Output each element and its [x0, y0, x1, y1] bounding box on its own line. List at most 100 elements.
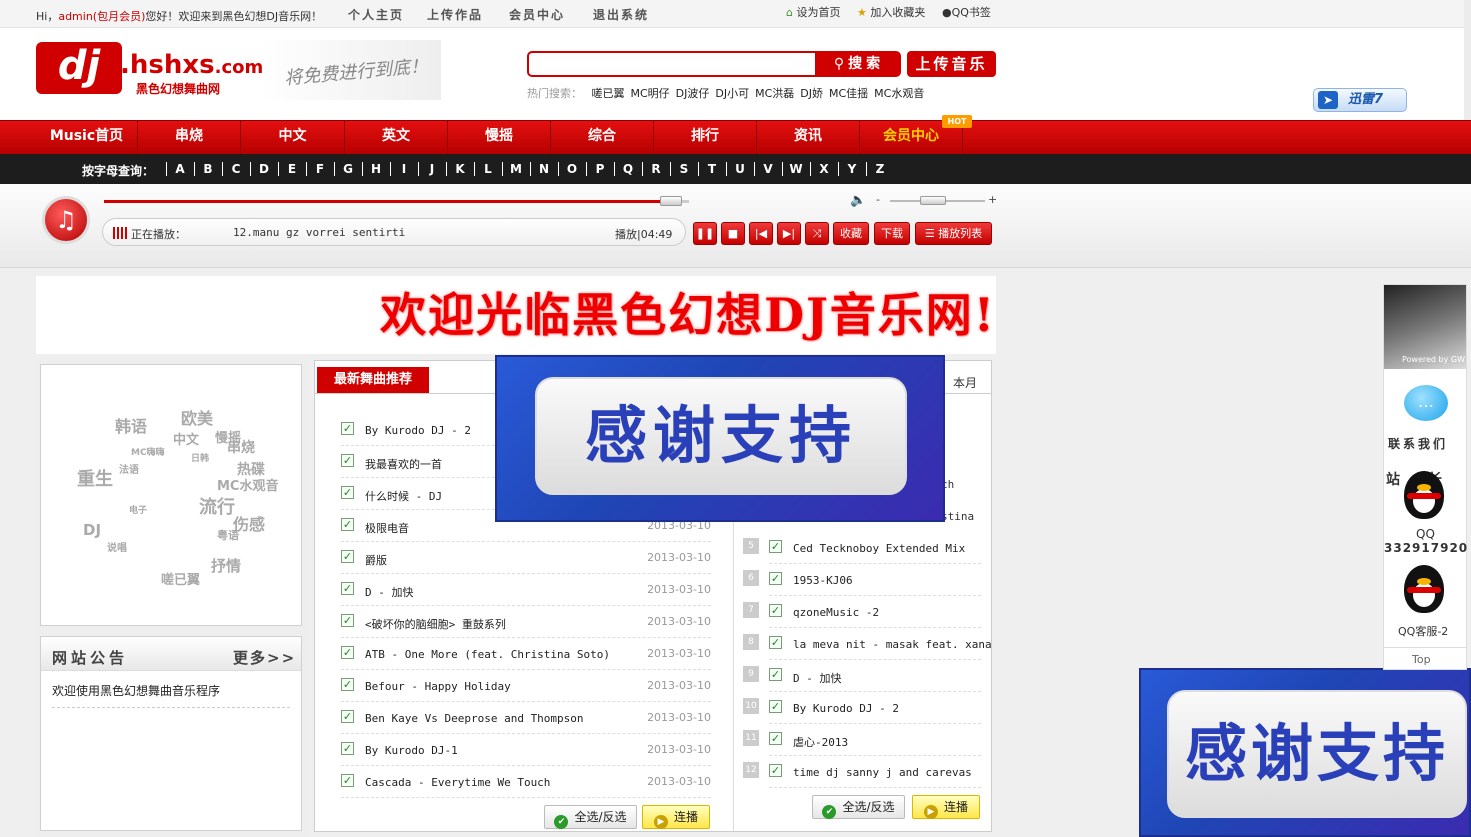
rank-select-all-button[interactable]: ✔ 全选/反选 [812, 795, 905, 819]
hot-term[interactable]: DJ波仔 [676, 87, 710, 100]
alphabet-letter-d[interactable]: D [250, 162, 278, 176]
alphabet-letter-y[interactable]: Y [838, 162, 866, 176]
tag-link[interactable]: DJ [83, 521, 101, 539]
alphabet-letter-e[interactable]: E [278, 162, 306, 176]
song-title[interactable]: By Kurodo DJ - 2 [793, 702, 899, 715]
hot-term[interactable]: MC明仔 [631, 87, 670, 100]
alphabet-letter-c[interactable]: C [222, 162, 250, 176]
tag-link[interactable]: 嗟已翼 [161, 569, 200, 588]
xunlei-button[interactable]: ➤ 迅雷7 [1313, 88, 1407, 112]
hot-term[interactable]: DJ娇 [800, 87, 823, 100]
chat-bubble-icon[interactable]: … [1404, 385, 1448, 421]
alphabet-letter-l[interactable]: L [474, 162, 502, 176]
next-button[interactable]: ▶| [777, 222, 801, 245]
song-checkbox[interactable]: ✓ [769, 540, 782, 553]
song-checkbox[interactable]: ✓ [341, 582, 354, 595]
song-title[interactable]: D - 加快 [365, 584, 414, 600]
alphabet-letter-a[interactable]: A [166, 162, 194, 176]
rank-play-all-button[interactable]: ▶ 连播 [912, 795, 980, 819]
song-checkbox[interactable]: ✓ [341, 710, 354, 723]
song-title[interactable]: Cascada - Everytime We Touch [365, 776, 550, 789]
tag-link[interactable]: 韩语 [115, 413, 147, 437]
volume-handle[interactable] [920, 196, 946, 205]
song-title[interactable]: la meva nit - masak feat. xana [793, 638, 992, 651]
nav-slow[interactable]: 慢摇 [448, 121, 551, 154]
link-member-center[interactable]: 会员中心 [509, 6, 565, 23]
alphabet-letter-m[interactable]: M [502, 162, 530, 176]
tag-link[interactable]: 粤语 [217, 527, 239, 543]
tag-link[interactable]: 欧美 [181, 405, 213, 429]
song-checkbox[interactable]: ✓ [341, 550, 354, 563]
upload-music-button[interactable]: 上传音乐 [907, 51, 996, 77]
alphabet-letter-i[interactable]: I [390, 162, 418, 176]
tag-link[interactable]: 串烧 [227, 437, 255, 457]
nav-ranking[interactable]: 排行 [654, 121, 757, 154]
song-title[interactable]: Ced Tecknoboy Extended Mix [793, 542, 965, 555]
alphabet-letter-b[interactable]: B [194, 162, 222, 176]
pause-button[interactable]: ❚❚ [693, 222, 717, 245]
hot-term[interactable]: 嗟已翼 [592, 87, 625, 100]
nav-english[interactable]: 英文 [345, 121, 448, 154]
alphabet-letter-h[interactable]: H [362, 162, 390, 176]
song-title[interactable]: ATB - One More (feat. Christina Soto) [365, 648, 610, 661]
tag-link[interactable]: 中文 [173, 429, 199, 448]
progress-handle[interactable] [659, 196, 682, 206]
nav-home[interactable]: Music首页 [36, 121, 138, 154]
add-favorite-link[interactable]: ★ 加入收藏夹 [857, 4, 925, 20]
tag-link[interactable]: 说唱 [107, 539, 127, 554]
thanks-ad-corner[interactable]: 感谢支持 [1139, 668, 1471, 837]
volume-minus[interactable]: - [876, 193, 880, 206]
alphabet-letter-w[interactable]: W [782, 162, 810, 176]
favorite-button[interactable]: 收藏 [833, 222, 869, 245]
shuffle-button[interactable]: ⤨ [805, 222, 829, 245]
link-logout[interactable]: 退出系统 [593, 6, 649, 23]
alphabet-letter-g[interactable]: G [334, 162, 362, 176]
song-checkbox[interactable]: ✓ [769, 604, 782, 617]
song-title[interactable]: qzoneMusic -2 [793, 606, 879, 619]
song-checkbox[interactable]: ✓ [341, 454, 354, 467]
qq-bookmark-link[interactable]: ●QQ书签 [942, 4, 991, 20]
song-title[interactable]: Ben Kaye Vs Deeprose and Thompson [365, 712, 584, 725]
alphabet-letter-x[interactable]: X [810, 162, 838, 176]
tag-link[interactable]: MC水观音 [217, 475, 278, 494]
search-button[interactable]: ⚲搜索 [817, 51, 901, 77]
tag-link[interactable]: 电子 [129, 503, 147, 516]
song-title[interactable]: 什么时候 - DJ [365, 488, 442, 504]
tag-link[interactable]: 重生 [77, 465, 113, 491]
tag-link[interactable]: 流行 [199, 493, 235, 519]
volume-plus[interactable]: + [988, 193, 997, 206]
speaker-icon[interactable]: 🔈 [850, 193, 866, 208]
song-title[interactable]: By Kurodo DJ - 2 [365, 424, 471, 437]
qq-number[interactable]: 332917920 [1384, 541, 1468, 555]
song-title[interactable]: <破坏你的脑细胞> 重鼓系列 [365, 616, 506, 632]
song-title[interactable]: 爵版 [365, 552, 387, 568]
nav-chinese[interactable]: 中文 [241, 121, 345, 154]
notice-more-link[interactable]: 更多>> [233, 647, 296, 668]
contact-us[interactable]: 联系我们 [1388, 435, 1448, 452]
song-title[interactable]: time dj sanny j and carevas [793, 766, 972, 779]
alphabet-letter-z[interactable]: Z [866, 162, 894, 176]
alphabet-letter-f[interactable]: F [306, 162, 334, 176]
username-link[interactable]: admin(包月会员) [58, 10, 145, 23]
alphabet-letter-n[interactable]: N [530, 162, 558, 176]
tag-link[interactable]: 日韩 [191, 451, 209, 464]
song-checkbox[interactable]: ✓ [769, 572, 782, 585]
hot-term[interactable]: MC水观音 [874, 87, 924, 100]
qq-penguin-icon[interactable] [1404, 471, 1444, 519]
hot-term[interactable]: DJ小可 [715, 87, 749, 100]
stop-button[interactable]: ■ [721, 222, 745, 245]
site-logo[interactable]: dj .hshxs.com 黑色幻想舞曲网 将免费进行到底！ [36, 40, 441, 100]
tag-link[interactable]: 法语 [119, 461, 139, 476]
song-checkbox[interactable]: ✓ [769, 764, 782, 777]
song-checkbox[interactable]: ✓ [341, 422, 354, 435]
nav-mixed[interactable]: 综合 [551, 121, 654, 154]
alphabet-letter-j[interactable]: J [418, 162, 446, 176]
alphabet-letter-k[interactable]: K [446, 162, 474, 176]
nav-news[interactable]: 资讯 [757, 121, 860, 154]
song-checkbox[interactable]: ✓ [769, 636, 782, 649]
song-title[interactable]: By Kurodo DJ-1 [365, 744, 458, 757]
thanks-ad-popup[interactable]: 感谢支持 [495, 355, 945, 522]
alphabet-letter-s[interactable]: S [670, 162, 698, 176]
alphabet-letter-r[interactable]: R [642, 162, 670, 176]
song-title[interactable]: 我最喜欢的一首 [365, 456, 442, 472]
